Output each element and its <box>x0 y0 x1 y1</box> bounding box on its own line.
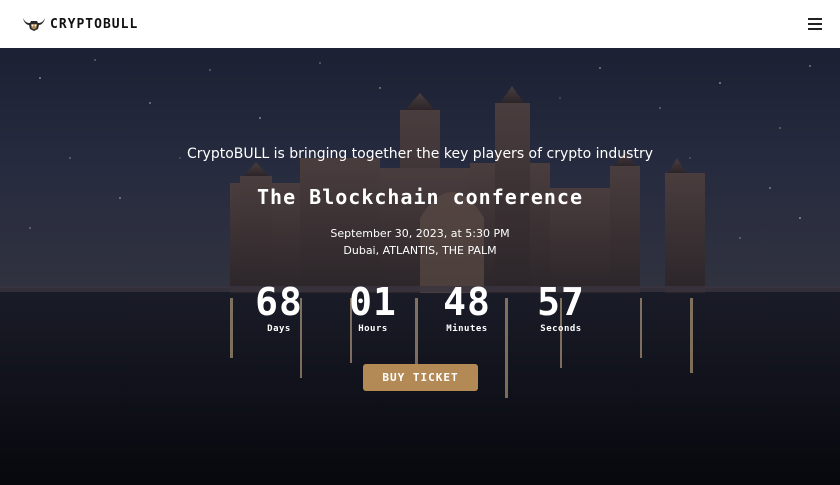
hero-section: CryptoBULL is bringing together the key … <box>0 48 840 485</box>
event-date: September 30, 2023, at 5:30 PM <box>330 227 510 240</box>
countdown-minutes-label: Minutes <box>446 324 488 334</box>
countdown-days-label: Days <box>267 324 291 334</box>
brand-name: CRYPTOBULL <box>50 16 139 32</box>
countdown-hours: 01 Hours <box>341 282 405 334</box>
countdown-minutes-value: 48 <box>443 280 491 324</box>
countdown-seconds-value: 57 <box>537 280 585 324</box>
brand-logo[interactable]: CRYPTOBULL <box>22 16 138 32</box>
event-location: Dubai, ATLANTIS, THE PALM <box>343 244 497 257</box>
countdown-seconds: 57 Seconds <box>529 282 593 334</box>
conference-title: The Blockchain conference <box>256 185 584 209</box>
countdown-minutes: 48 Minutes <box>435 282 499 334</box>
buy-ticket-button[interactable]: BUY TICKET <box>363 364 478 391</box>
hero-content: CryptoBULL is bringing together the key … <box>0 48 840 485</box>
countdown-hours-label: Hours <box>358 324 388 334</box>
top-navigation-bar: CRYPTOBULL <box>0 0 840 48</box>
countdown-days-value: 68 <box>255 280 303 324</box>
countdown-days: 68 Days <box>247 282 311 334</box>
countdown-timer: 68 Days 01 Hours 48 Minutes 57 Seconds <box>0 282 840 334</box>
hamburger-menu-icon[interactable] <box>808 18 822 30</box>
hero-tagline: CryptoBULL is bringing together the key … <box>187 146 653 162</box>
countdown-seconds-label: Seconds <box>540 324 582 334</box>
countdown-hours-value: 01 <box>349 280 397 324</box>
bull-head-icon <box>23 18 45 31</box>
